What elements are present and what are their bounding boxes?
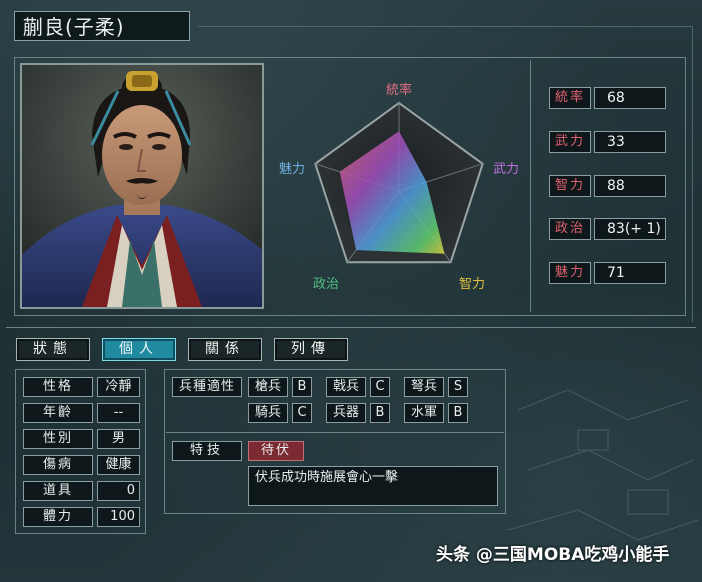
stat-value: 83(+ 1) bbox=[594, 218, 666, 240]
info-label: 道具 bbox=[23, 481, 93, 501]
stat-label: 政治 bbox=[549, 218, 591, 240]
unit-grade: S bbox=[448, 377, 468, 397]
stat-value: 71 bbox=[594, 262, 666, 284]
unit-name: 水軍 bbox=[404, 403, 444, 423]
info-value: 100 bbox=[97, 507, 140, 527]
stat-label: 智力 bbox=[549, 175, 591, 197]
radar-svg: 統率 武力 智力 政治 魅力 bbox=[279, 82, 519, 292]
info-value: -- bbox=[97, 403, 140, 423]
info-label: 性格 bbox=[23, 377, 93, 397]
radar-label-meili: 魅力 bbox=[279, 162, 305, 177]
portrait-illustration bbox=[22, 65, 262, 307]
info-label: 年齡 bbox=[23, 403, 93, 423]
radar-label-zhili: 智力 bbox=[459, 277, 485, 292]
watermark-text: 头条 @三国MOBA吃鸡小能手 bbox=[436, 545, 670, 565]
unit-name: 戟兵 bbox=[326, 377, 366, 397]
unit-grade: C bbox=[292, 403, 312, 423]
divider bbox=[166, 432, 504, 433]
unit-grade: B bbox=[292, 377, 312, 397]
unit-name: 槍兵 bbox=[248, 377, 288, 397]
tab-relations[interactable]: 關係 bbox=[188, 338, 262, 361]
stats-radar-chart: 統率 武力 智力 政治 魅力 bbox=[268, 60, 530, 312]
unit-grade: B bbox=[448, 403, 468, 423]
radar-label-zhengzhi: 政治 bbox=[313, 277, 339, 292]
unit-aptitude-header: 兵種適性 bbox=[172, 377, 242, 397]
unit-grade: B bbox=[370, 403, 390, 423]
skill-description: 伏兵成功時施展會心一擊 bbox=[248, 466, 498, 506]
stat-value: 88 bbox=[594, 175, 666, 197]
info-value: 冷靜 bbox=[97, 377, 140, 397]
unit-name: 騎兵 bbox=[248, 403, 288, 423]
tab-biography[interactable]: 列傳 bbox=[274, 338, 348, 361]
divider bbox=[692, 26, 693, 322]
stat-label: 魅力 bbox=[549, 262, 591, 284]
skill-name[interactable]: 待伏 bbox=[248, 441, 304, 461]
stat-label: 統率 bbox=[549, 87, 591, 109]
skill-label: 特技 bbox=[172, 441, 242, 461]
info-value: 健康 bbox=[97, 455, 140, 475]
radar-label-wuli: 武力 bbox=[493, 162, 519, 177]
divider bbox=[198, 26, 692, 27]
officer-portrait bbox=[20, 63, 264, 309]
tab-personal[interactable]: 個人 bbox=[102, 338, 176, 361]
officer-name-title: 蒯良(子柔) bbox=[14, 11, 190, 41]
radar-label-tongshuai: 統率 bbox=[386, 82, 412, 98]
tab-status[interactable]: 狀態 bbox=[16, 338, 90, 361]
personal-info-panel: 性格 冷靜 年齡 -- 性別 男 傷病 健康 道具 0 體力 100 bbox=[15, 369, 146, 534]
stat-panel: 統率 68 武力 33 智力 88 政治 83(+ 1) 魅力 71 bbox=[530, 60, 683, 312]
unit-grade: C bbox=[370, 377, 390, 397]
info-label: 傷病 bbox=[23, 455, 93, 475]
stat-value: 68 bbox=[594, 87, 666, 109]
stat-value: 33 bbox=[594, 131, 666, 153]
unit-name: 兵器 bbox=[326, 403, 366, 423]
unit-name: 弩兵 bbox=[404, 377, 444, 397]
info-value: 男 bbox=[97, 429, 140, 449]
info-value: 0 bbox=[97, 481, 140, 501]
info-label: 性別 bbox=[23, 429, 93, 449]
stat-label: 武力 bbox=[549, 131, 591, 153]
info-label: 體力 bbox=[23, 507, 93, 527]
